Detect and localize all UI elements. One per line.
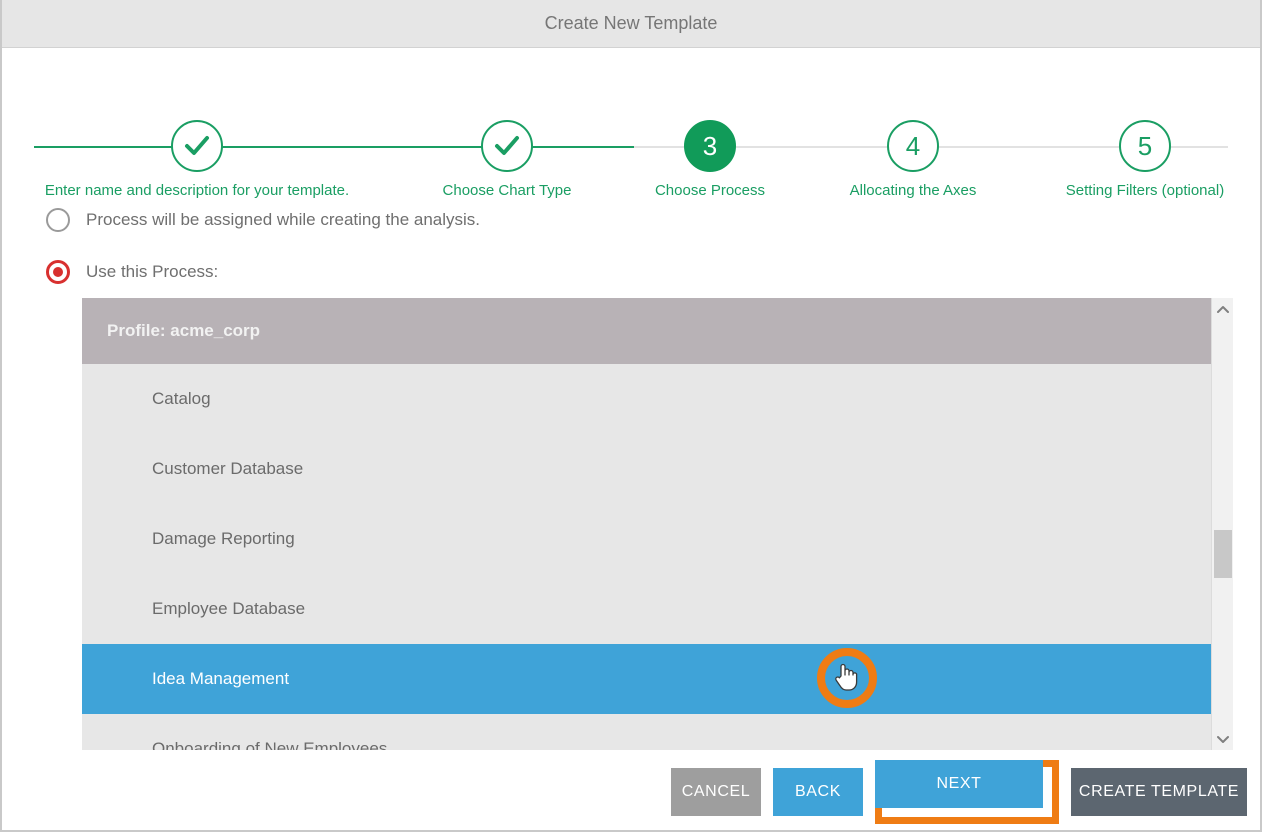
cancel-button[interactable]: CANCEL [671,768,761,816]
stepper-rail-completed [34,146,634,148]
dialog-footer: CANCEL BACK NEXT CREATE TEMPLATE [2,752,1260,830]
next-button[interactable]: NEXT [875,760,1043,808]
process-listbox[interactable]: Profile: acme_corp Catalog Customer Data… [82,298,1233,750]
back-button[interactable]: BACK [773,768,863,816]
step-1-check-icon [171,120,223,172]
radio-use-process[interactable] [46,260,70,284]
list-item-label: Employee Database [152,599,305,619]
wizard-stepper: Enter name and description for your temp… [2,48,1260,170]
list-item-label: Idea Management [152,669,289,689]
chevron-down-icon[interactable] [1212,728,1233,750]
next-button-highlight: NEXT [875,760,1059,824]
list-item[interactable]: Customer Database [82,434,1233,504]
list-item[interactable]: Employee Database [82,574,1233,644]
step-3-number: 3 [684,120,736,172]
process-group-header-label: Profile: acme_corp [107,321,260,341]
step-4-number: 4 [887,120,939,172]
create-template-button[interactable]: CREATE TEMPLATE [1071,768,1247,816]
list-item[interactable]: Onboarding of New Employees [82,714,1233,750]
dialog-title: Create New Template [2,13,1260,34]
process-list-scrollbar[interactable] [1211,298,1233,750]
list-item[interactable]: Damage Reporting [82,504,1233,574]
option-use-process-label: Use this Process: [86,262,218,282]
step-5-label: Setting Filters (optional) [945,182,1262,199]
list-item-selected[interactable]: Idea Management [82,644,1233,714]
list-item-label: Customer Database [152,459,303,479]
list-item[interactable]: Catalog [82,364,1233,434]
option-auto-assign-label: Process will be assigned while creating … [86,210,480,230]
option-auto-assign[interactable]: Process will be assigned while creating … [46,208,480,232]
process-group-header: Profile: acme_corp [82,298,1233,364]
list-item-label: Damage Reporting [152,529,295,549]
step-5-number: 5 [1119,120,1171,172]
radio-auto-assign[interactable] [46,208,70,232]
create-template-dialog: Create New Template Enter name and descr… [0,0,1262,832]
scrollbar-thumb[interactable] [1214,530,1232,578]
process-list-body: Catalog Customer Database Damage Reporti… [82,364,1233,750]
chevron-up-icon[interactable] [1212,298,1233,320]
dialog-titlebar: Create New Template [2,0,1260,48]
step-2-check-icon [481,120,533,172]
option-use-process[interactable]: Use this Process: [46,260,218,284]
list-item-label: Onboarding of New Employees [152,739,387,750]
list-item-label: Catalog [152,389,211,409]
